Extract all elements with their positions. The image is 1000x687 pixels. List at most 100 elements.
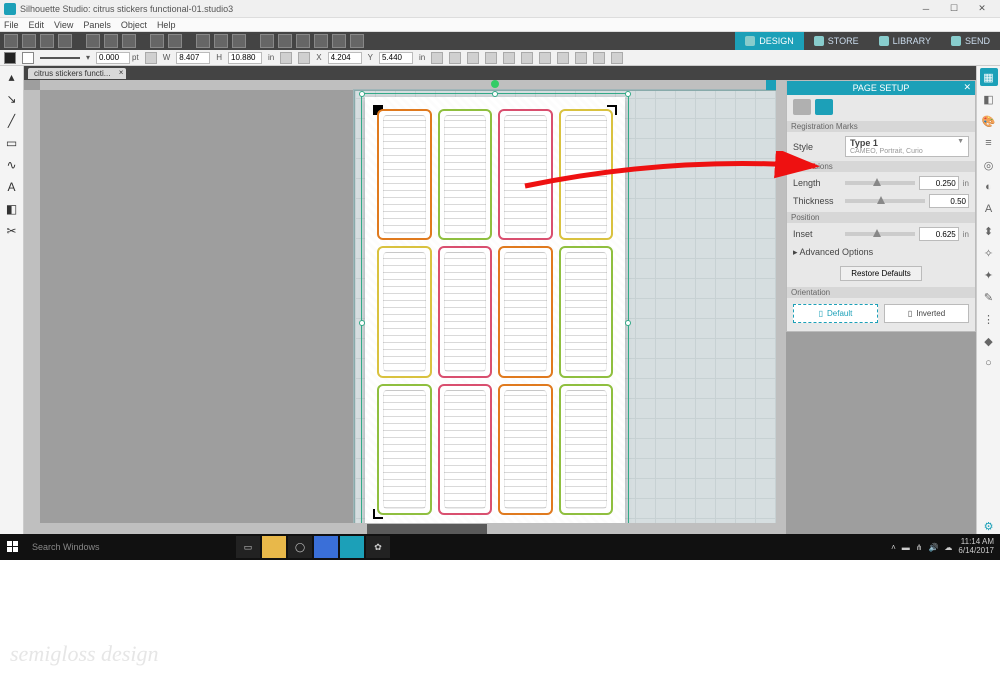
pan-icon[interactable]: [332, 34, 346, 48]
tray-onedrive-icon[interactable]: ☁: [944, 543, 952, 552]
tray-volume-icon[interactable]: 🔊: [928, 543, 938, 552]
zoom-in-icon[interactable]: [260, 34, 274, 48]
send-back-icon[interactable]: [467, 52, 479, 64]
app-icon-1[interactable]: [314, 536, 338, 558]
thickness-slider[interactable]: [845, 199, 925, 203]
trace-icon[interactable]: ◎: [980, 156, 998, 174]
line-tool[interactable]: ╱: [3, 112, 21, 130]
style-dropdown[interactable]: Type 1 CAMEO, Portrait, Curio: [845, 136, 969, 157]
delete-icon-2[interactable]: [611, 52, 623, 64]
rhinestone-icon[interactable]: ○: [980, 354, 998, 372]
knife-tool[interactable]: ✂: [3, 222, 21, 240]
rotate-icon[interactable]: [593, 52, 605, 64]
mirror-h-icon[interactable]: [521, 52, 533, 64]
curve-tool[interactable]: ∿: [3, 156, 21, 174]
line-style-preview[interactable]: [40, 57, 80, 59]
tab-design[interactable]: DESIGN: [735, 32, 804, 50]
text-tool[interactable]: A: [3, 178, 21, 196]
menu-object[interactable]: Object: [121, 20, 147, 30]
tray-network-icon[interactable]: ▬: [902, 543, 910, 552]
line-style-icon[interactable]: [145, 52, 157, 64]
open-file-icon[interactable]: [22, 34, 36, 48]
tray-up-icon[interactable]: ˄: [891, 543, 896, 552]
rotate-handle[interactable]: [491, 80, 499, 88]
lock-aspect-icon[interactable]: [280, 52, 292, 64]
length-input[interactable]: [919, 176, 959, 190]
rectangle-tool[interactable]: ▭: [3, 134, 21, 152]
tray-wifi-icon[interactable]: ⋔: [916, 543, 923, 552]
align-icon[interactable]: [431, 52, 443, 64]
panel-tab-regmarks[interactable]: [815, 99, 833, 115]
redo-icon[interactable]: [168, 34, 182, 48]
group-icon-2[interactable]: [557, 52, 569, 64]
silhouette-app-icon[interactable]: [340, 536, 364, 558]
window-close[interactable]: ✕: [968, 3, 996, 14]
edit-points-tool[interactable]: ↘: [3, 90, 21, 108]
settings-gear-icon[interactable]: ⚙: [980, 517, 998, 535]
app-icon-2[interactable]: ✿: [366, 536, 390, 558]
thickness-input[interactable]: [929, 194, 969, 208]
pixscan-icon[interactable]: ◧: [980, 90, 998, 108]
width-input[interactable]: [176, 52, 210, 64]
handle-n[interactable]: [492, 91, 498, 97]
length-slider[interactable]: [845, 181, 915, 185]
cut-icon[interactable]: [86, 34, 100, 48]
zoom-out-icon[interactable]: [278, 34, 292, 48]
eraser-tool[interactable]: ◧: [3, 200, 21, 218]
file-explorer-icon[interactable]: [262, 536, 286, 558]
vertical-scrollbar[interactable]: [776, 80, 786, 523]
delete-icon[interactable]: [214, 34, 228, 48]
new-file-icon[interactable]: [4, 34, 18, 48]
panel-collapse-toggle[interactable]: [766, 80, 776, 90]
tab-store[interactable]: STORE: [804, 32, 869, 50]
window-minimize[interactable]: ─: [912, 4, 940, 14]
emboss-icon[interactable]: ◆: [980, 332, 998, 350]
chrome-icon[interactable]: ◯: [288, 536, 312, 558]
stroke-swatch[interactable]: [22, 52, 34, 64]
fit-page-icon[interactable]: [350, 34, 364, 48]
zoom-selection-icon[interactable]: [314, 34, 328, 48]
handle-w[interactable]: [359, 320, 365, 326]
replicate-icon[interactable]: ✧: [980, 244, 998, 262]
save-file-icon[interactable]: [40, 34, 54, 48]
taskbar-clock[interactable]: 11:14 AM 6/14/2017: [958, 538, 994, 556]
panel-close-icon[interactable]: ✕: [963, 82, 971, 93]
stipple-icon[interactable]: ⋮: [980, 310, 998, 328]
handle-ne[interactable]: [625, 91, 631, 97]
menu-file[interactable]: File: [4, 20, 19, 30]
document-tab[interactable]: citrus stickers functi...: [28, 68, 126, 79]
menu-edit[interactable]: Edit: [29, 20, 45, 30]
modify-icon[interactable]: ✦: [980, 266, 998, 284]
print-icon[interactable]: [58, 34, 72, 48]
inset-input[interactable]: [919, 227, 959, 241]
paste-icon[interactable]: [122, 34, 136, 48]
inset-slider[interactable]: [845, 232, 915, 236]
taskview-icon[interactable]: ▭: [236, 536, 260, 558]
orientation-inverted[interactable]: ▯Inverted: [884, 304, 969, 323]
handle-e[interactable]: [625, 320, 631, 326]
offset-icon[interactable]: ◐: [980, 178, 998, 196]
restore-defaults-button[interactable]: Restore Defaults: [840, 266, 922, 281]
bring-front-icon[interactable]: [449, 52, 461, 64]
window-maximize[interactable]: ☐: [940, 3, 968, 14]
search-input[interactable]: Search Windows: [26, 542, 226, 552]
group-icon[interactable]: [232, 34, 246, 48]
tab-send[interactable]: SEND: [941, 32, 1000, 50]
menu-panels[interactable]: Panels: [83, 20, 111, 30]
stroke-width-input[interactable]: [96, 52, 130, 64]
move-tool-icon[interactable]: [298, 52, 310, 64]
text-style-icon[interactable]: A: [980, 200, 998, 218]
line-panel-icon[interactable]: ≡: [980, 134, 998, 152]
panel-tab-page[interactable]: [793, 99, 811, 115]
selection-box[interactable]: [361, 93, 629, 535]
menu-view[interactable]: View: [54, 20, 73, 30]
mirror-v-icon[interactable]: [539, 52, 551, 64]
y-input[interactable]: [379, 52, 413, 64]
orientation-default[interactable]: ▯Default: [793, 304, 878, 323]
scroll-thumb[interactable]: [367, 524, 487, 534]
system-tray[interactable]: ˄ ▬ ⋔ 🔊 ☁ 11:14 AM 6/14/2017: [891, 538, 1000, 556]
fill-swatch[interactable]: [4, 52, 16, 64]
menu-help[interactable]: Help: [157, 20, 176, 30]
back-one-icon[interactable]: [503, 52, 515, 64]
handle-nw[interactable]: [359, 91, 365, 97]
